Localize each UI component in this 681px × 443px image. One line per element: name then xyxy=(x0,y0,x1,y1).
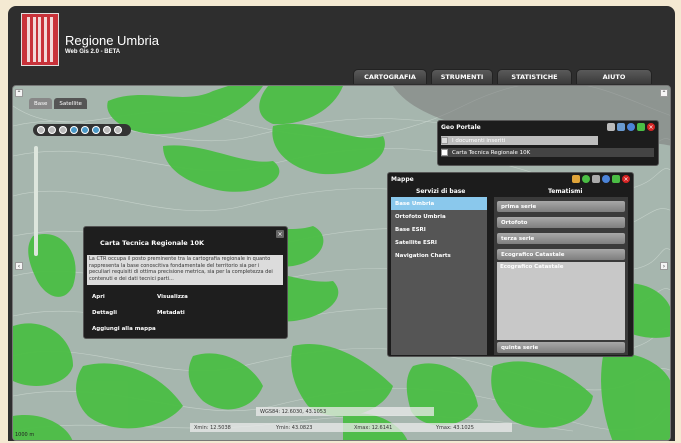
geoportal-row-ctr[interactable]: ✓ Carta Tecnica Regionale 10K xyxy=(441,148,654,157)
geoportal-row-documents[interactable]: I documenti inseriti xyxy=(441,136,598,145)
layers-icon[interactable] xyxy=(617,123,625,131)
zoom-slider[interactable] xyxy=(34,146,38,256)
pan-left-icon[interactable]: ‹ xyxy=(15,262,23,270)
zoom-box-icon[interactable] xyxy=(48,126,56,134)
pan-up-left-icon[interactable]: ⌃ xyxy=(15,89,23,97)
menu-cartografia[interactable]: CARTOGRAFIA xyxy=(353,69,427,84)
menu-aiuto[interactable]: AIUTO xyxy=(576,69,652,84)
layer-label: I documenti inseriti xyxy=(452,137,506,144)
mappe-title: Mappe xyxy=(391,176,414,183)
service-base-umbria[interactable]: Base Umbria xyxy=(391,197,487,210)
ymin-readout: Ymin: 43.0823 xyxy=(272,423,350,432)
map-toolbar xyxy=(33,124,131,136)
geoportal-panel: Geo Portale × I documenti inseriti ✓ Car… xyxy=(437,120,659,166)
tab-base[interactable]: Base xyxy=(29,98,53,109)
services-header: Servizi di base xyxy=(416,188,466,195)
checkbox-ctr[interactable]: ✓ xyxy=(441,149,448,156)
close-icon[interactable]: × xyxy=(276,230,284,238)
theme-quinta-serie[interactable]: quinta serie xyxy=(497,342,625,353)
zoom-out-icon[interactable] xyxy=(81,126,89,134)
service-ortofoto-umbria[interactable]: Ortofoto Umbria xyxy=(391,210,487,223)
theme-expanded-area: Ecografico Catastale xyxy=(497,262,625,340)
expand-icon[interactable] xyxy=(637,123,645,131)
add-icon[interactable] xyxy=(582,175,590,183)
theme-expanded-label: Ecografico Catastale xyxy=(500,264,564,270)
theme-ortofoto[interactable]: Ortofoto xyxy=(497,217,625,228)
help-icon[interactable] xyxy=(602,175,610,183)
info-icon[interactable] xyxy=(103,126,111,134)
help-icon[interactable] xyxy=(627,123,635,131)
layer-label: Carta Tecnica Regionale 10K xyxy=(452,149,531,156)
checkbox-documents[interactable] xyxy=(441,137,448,144)
close-icon[interactable]: × xyxy=(622,175,630,183)
geoportal-title: Geo Portale xyxy=(441,124,481,131)
link-metadati[interactable]: Metadati xyxy=(157,310,185,316)
mappe-toolbar: × xyxy=(572,175,630,183)
pan-tool-icon[interactable] xyxy=(37,126,45,134)
service-satellite-esri[interactable]: Satellite ESRI xyxy=(391,236,487,249)
xmin-readout: Xmin: 12.5038 xyxy=(190,423,272,432)
hand-icon[interactable] xyxy=(59,126,67,134)
app-title: Regione Umbria xyxy=(65,33,159,48)
services-list: Base Umbria Ortofoto Umbria Base ESRI Sa… xyxy=(391,197,487,355)
eraser-icon[interactable] xyxy=(592,175,600,183)
pan-right-icon[interactable]: › xyxy=(660,262,668,270)
globe-icon[interactable] xyxy=(92,126,100,134)
tab-satellite[interactable]: Satellite xyxy=(54,98,87,109)
theme-ecografico-catastale[interactable]: Ecografico Catastale xyxy=(497,249,625,260)
themes-header: Tematismi xyxy=(548,188,583,195)
scale-bar: 1000 m xyxy=(15,432,35,438)
link-aggiungi-alla-mappa[interactable]: Aggiungi alla mappa xyxy=(92,326,156,332)
geoportal-toolbar: × xyxy=(607,123,655,131)
measure-icon[interactable] xyxy=(114,126,122,134)
menu-strumenti[interactable]: STRUMENTI xyxy=(431,69,493,84)
webgis-window: Regione Umbria Web Gis 2.0 - BETA CARTOG… xyxy=(8,6,675,441)
top-menu: CARTOGRAFIA STRUMENTI STATISTICHE AIUTO xyxy=(353,69,652,84)
theme-terza-serie[interactable]: terza serie xyxy=(497,233,625,244)
expand-icon[interactable] xyxy=(612,175,620,183)
link-apri[interactable]: Apri xyxy=(92,294,105,300)
popup-title: Carta Tecnica Regionale 10K xyxy=(100,239,205,247)
popup-description: La CTR occupa il posto preminente tra la… xyxy=(87,255,283,285)
regione-umbria-logo xyxy=(21,13,59,66)
theme-prima-serie[interactable]: prima serie xyxy=(497,201,625,212)
service-navigation-charts[interactable]: Navigation Charts xyxy=(391,249,487,262)
link-visualizza[interactable]: Visualizza xyxy=(157,294,188,300)
mappe-panel: Mappe × Servizi di base Tematismi Base U… xyxy=(387,172,634,357)
service-base-esri[interactable]: Base ESRI xyxy=(391,223,487,236)
wgs84-readout: WGS84: 12.6030, 43.1053 xyxy=(256,407,434,416)
folder-icon[interactable] xyxy=(572,175,580,183)
xmax-readout: Xmax: 12.6141 xyxy=(350,423,432,432)
menu-statistiche[interactable]: STATISTICHE xyxy=(497,69,572,84)
map-view[interactable]: Base Satellite ‹ › ⌃ ⌃ Geo Portale × I d… xyxy=(12,85,671,441)
pan-up-right-icon[interactable]: ⌃ xyxy=(660,89,668,97)
zoom-in-icon[interactable] xyxy=(70,126,78,134)
base-layer-tabs: Base Satellite xyxy=(29,98,87,109)
folder-icon[interactable] xyxy=(607,123,615,131)
ymax-readout: Ymax: 43.1025 xyxy=(432,423,512,432)
link-dettagli[interactable]: Dettagli xyxy=(92,310,117,316)
layer-info-popup: × Carta Tecnica Regionale 10K La CTR occ… xyxy=(83,226,288,339)
app-subtitle: Web Gis 2.0 - BETA xyxy=(65,49,121,55)
close-icon[interactable]: × xyxy=(647,123,655,131)
